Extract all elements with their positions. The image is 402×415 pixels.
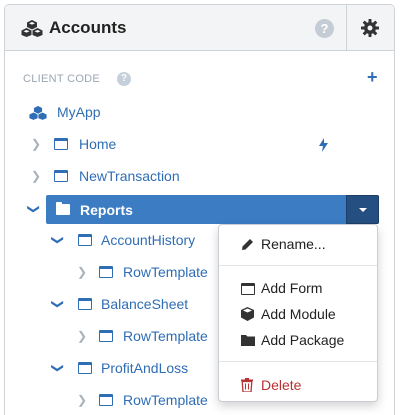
section-help-icon[interactable]: ? [117,72,131,86]
tree-item-label: Reports [80,202,133,218]
window-icon [54,138,68,150]
window-icon [99,266,113,278]
menu-item-label: Rename... [261,236,326,252]
chevron-down-icon[interactable]: ❯ [51,363,65,373]
chevron-down-icon[interactable]: ❯ [51,299,65,309]
menu-item-add-package[interactable]: Add Package [219,327,377,353]
folder-icon [56,202,70,215]
menu-item-label: Add Package [261,332,345,348]
chevron-right-icon[interactable]: ❯ [77,393,87,407]
tree-item-label: Home [79,136,117,152]
window-icon [241,283,255,295]
tree-root[interactable]: MyApp [25,97,225,127]
tree-item-label: RowTemplate [123,264,208,280]
tree-item-profitandloss[interactable]: ❯ ProfitAndLoss [49,353,219,383]
pencil-icon [242,239,253,250]
window-icon [99,394,113,406]
tree-item-label: BalanceSheet [101,296,189,312]
tree-item-label: NewTransaction [79,168,180,184]
cube-icon [241,307,254,321]
menu-divider [219,361,377,362]
chevron-right-icon[interactable]: ❯ [31,137,41,151]
tree-item-label: RowTemplate [123,328,208,344]
window-icon [54,170,68,182]
menu-item-label: Add Module [261,306,336,322]
tree-item-reports[interactable]: Reports [46,195,379,224]
tree-item-rowtemplate[interactable]: ❯ RowTemplate [73,385,219,415]
chevron-right-icon[interactable]: ❯ [31,169,41,183]
chevron-down-icon[interactable]: ❯ [27,204,41,214]
tree-item-balancesheet[interactable]: ❯ BalanceSheet [49,289,219,319]
window-icon [99,330,113,342]
cubes-icon [21,20,43,37]
tree-item-label: AccountHistory [101,232,196,248]
cubes-icon [29,105,47,120]
menu-item-rename[interactable]: Rename... [219,231,377,257]
tree-item-rowtemplate[interactable]: ❯ RowTemplate [73,257,219,287]
panel-header: Accounts ? [5,5,394,51]
tree-root-label: MyApp [57,104,101,120]
menu-item-label: Add Form [261,280,323,296]
window-icon [78,362,92,374]
tree-item-label: RowTemplate [123,392,208,408]
trash-icon [241,378,253,392]
gear-icon[interactable] [360,18,380,38]
chevron-right-icon[interactable]: ❯ [77,265,87,279]
section-label: CLIENT CODE [23,73,101,85]
menu-item-add-form[interactable]: Add Form [219,275,377,301]
menu-item-delete[interactable]: Delete [219,372,377,398]
add-icon[interactable]: + [367,67,378,88]
tree-item-rowtemplate[interactable]: ❯ RowTemplate [73,321,219,351]
menu-item-add-module[interactable]: Add Module [219,301,377,327]
header-divider [346,5,347,51]
menu-item-label: Delete [261,377,302,393]
tree-item-label: ProfitAndLoss [101,360,189,376]
bolt-icon [319,138,328,152]
chevron-right-icon[interactable]: ❯ [77,329,87,343]
dropdown-toggle-button[interactable] [346,195,379,224]
panel-title: Accounts [49,18,127,37]
tree-item-accounthistory[interactable]: ❯ AccountHistory [49,225,219,255]
window-icon [78,298,92,310]
folder-icon [241,335,255,346]
tree-item-home[interactable]: ❯ Home [25,129,345,159]
context-menu: Rename... Add Form Add Module Add Packag… [218,224,378,402]
help-icon[interactable]: ? [315,19,334,38]
chevron-down-icon[interactable]: ❯ [51,235,65,245]
tree-item-newtransaction[interactable]: ❯ NewTransaction [25,161,345,191]
menu-divider [219,265,377,266]
window-icon [78,234,92,246]
